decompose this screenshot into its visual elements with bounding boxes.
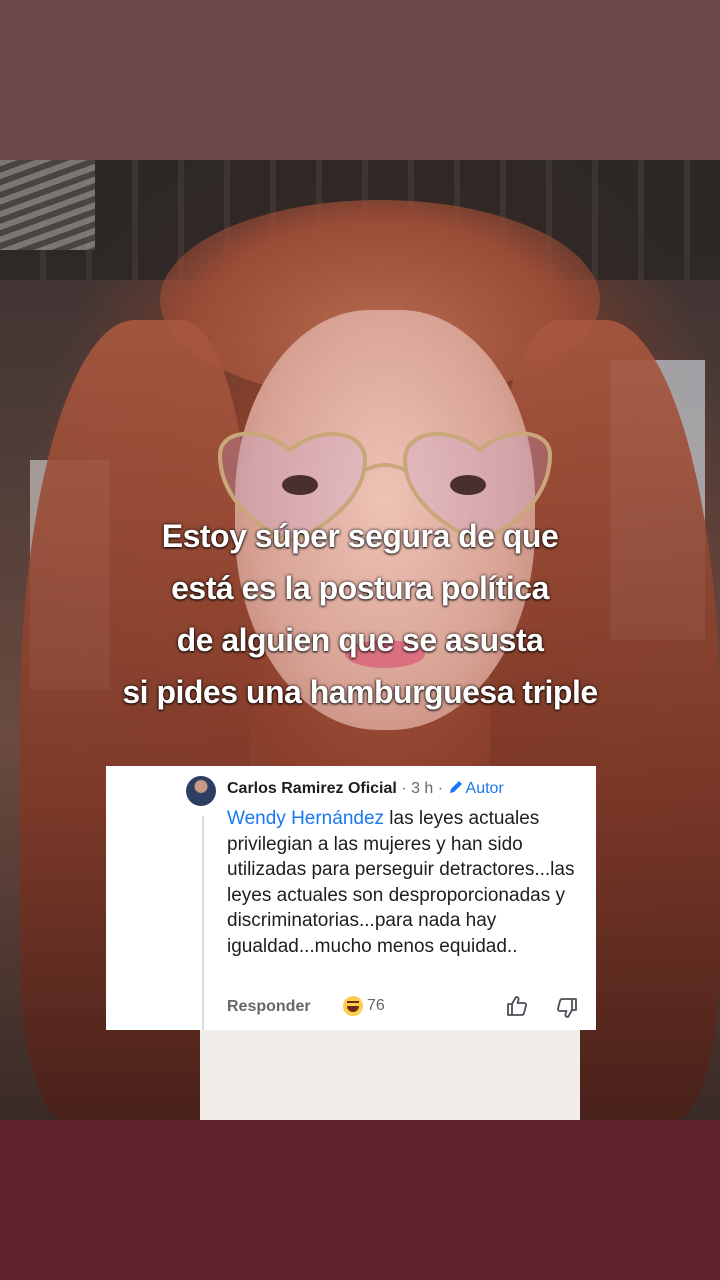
author-name[interactable]: Carlos Ramirez Oficial [227,780,397,797]
laughing-emoji-icon [343,996,363,1016]
reaction-summary[interactable]: 76 [343,996,385,1016]
author-badge: Autor [448,780,504,797]
reaction-count: 76 [367,997,385,1014]
comment-time: · 3 h · [396,780,448,797]
caption-line: si pides una hamburguesa triple [122,674,598,710]
mention-link[interactable]: Wendy Hernández [227,808,384,829]
bottom-background-band [0,1120,720,1280]
author-badge-label: Autor [465,780,504,797]
caption-line: de alguien que se asusta [176,622,544,658]
caption-overlay: Estoy súper segura de que está es la pos… [40,510,680,718]
air-vent [0,160,95,250]
comment-screenshot: Carlos Ramirez Oficial · 3 h · Autor Wen… [106,766,596,1030]
comment-header: Carlos Ramirez Oficial · 3 h · Autor [227,779,504,798]
pencil-icon [449,781,462,793]
comment-body-text: las leyes actuales privilegian a las muj… [227,808,575,957]
reply-button[interactable]: Responder [227,998,311,1016]
thread-line [202,816,204,1030]
thumbs-up-icon[interactable] [505,994,529,1018]
avatar[interactable] [186,776,216,806]
top-background-band [0,0,720,160]
caption-line: Estoy súper segura de que [161,518,559,554]
caption-line: está es la postura política [171,570,549,606]
thumbs-down-icon[interactable] [555,996,579,1020]
comment-text: Wendy Hernández las leyes actuales privi… [227,806,587,959]
